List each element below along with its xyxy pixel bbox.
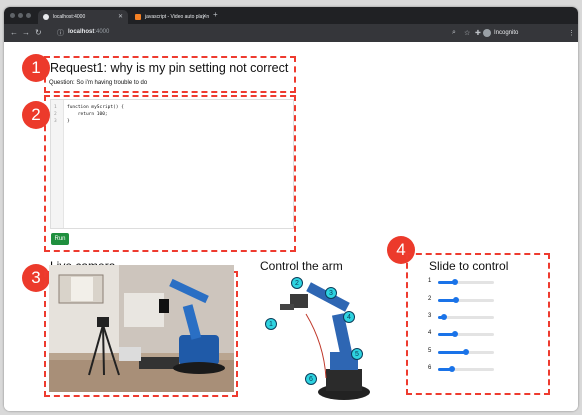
code-line: function myScript() { [67, 105, 124, 110]
new-tab-icon[interactable]: + [213, 10, 218, 19]
stackoverflow-icon [135, 14, 141, 20]
code-editor[interactable]: 1 2 3 function myScript() { return 100; … [50, 99, 294, 229]
slider-track[interactable] [438, 297, 494, 303]
incognito-badge[interactable]: Incognito [483, 29, 518, 37]
window-zoom-dot[interactable] [26, 13, 31, 18]
slider-label: 6 [428, 365, 432, 371]
star-icon[interactable]: ☆ [464, 29, 470, 37]
camera-image [49, 265, 234, 392]
joint-1-marker[interactable]: 1 [265, 318, 277, 330]
url-text: localhost:4000 [68, 29, 110, 35]
slider-thumb[interactable] [451, 331, 458, 337]
zoom-icon[interactable]: ⌕ [452, 29, 456, 37]
incognito-icon [483, 29, 491, 37]
slider-thumb[interactable] [451, 279, 458, 285]
window-minimize-dot[interactable] [18, 13, 23, 18]
slider-track[interactable] [438, 279, 494, 285]
callout-2: 2 [22, 101, 50, 129]
tab-localhost[interactable]: localhost:4000 ✕ [38, 10, 128, 24]
reload-icon[interactable]: ↻ [35, 28, 42, 37]
joint-4-marker[interactable]: 4 [343, 311, 355, 323]
tab-bar: localhost:4000 ✕ javascript - Video auto… [4, 7, 578, 24]
line-number: 1 [54, 105, 57, 110]
joint-2-marker[interactable]: 2 [291, 277, 303, 289]
close-icon[interactable]: ✕ [202, 13, 207, 20]
tab-stackoverflow[interactable]: javascript - Video auto play n ✕ [130, 10, 212, 24]
code-line: } [67, 119, 70, 124]
code-line: return 100; [67, 112, 108, 117]
slider-label: 3 [428, 313, 432, 319]
browser-toolbar: ← → ↻ ⓘ localhost:4000 ⌕ ☆ ✚ Incognito ⋮ [4, 24, 578, 42]
window-close-dot[interactable] [10, 13, 15, 18]
joint-5-marker[interactable]: 5 [351, 348, 363, 360]
forward-icon[interactable]: → [22, 28, 30, 37]
line-gutter [51, 100, 64, 228]
request-title: Request1: why is my pin setting not corr… [50, 61, 289, 75]
slider-label: 1 [428, 278, 432, 284]
tab-label: javascript - Video auto play n [145, 14, 210, 20]
globe-icon [43, 14, 49, 20]
arm-title: Control the arm [260, 259, 343, 273]
slider-thumb[interactable] [463, 349, 469, 355]
slider-thumb[interactable] [449, 366, 455, 372]
joint-3-marker[interactable]: 3 [325, 287, 337, 299]
robot-arm-diagram[interactable] [266, 274, 376, 404]
slider-track[interactable] [438, 349, 494, 355]
slider-title: Slide to control [429, 259, 509, 273]
run-button[interactable]: Run [51, 233, 69, 245]
info-icon[interactable]: ⓘ [57, 28, 64, 38]
slider-label: 2 [428, 296, 432, 302]
question-text: Question: So i'm having trouble to do [49, 80, 148, 86]
tab-label: localhost:4000 [53, 14, 86, 20]
slider-thumb[interactable] [452, 297, 459, 303]
line-number: 2 [54, 112, 57, 117]
extensions-icon[interactable]: ✚ [475, 29, 481, 37]
back-icon[interactable]: ← [10, 28, 18, 37]
callout-1: 1 [22, 54, 50, 82]
page-content: 1 Request1: why is my pin setting not co… [4, 42, 578, 411]
menu-icon[interactable]: ⋮ [568, 29, 575, 37]
slider-label: 5 [428, 348, 432, 354]
slider-label: 4 [428, 330, 432, 336]
camera-feed[interactable] [49, 265, 234, 392]
slider-track[interactable] [438, 331, 494, 337]
slider-track[interactable] [438, 314, 494, 320]
slider-box [406, 253, 550, 395]
slider-fill [438, 351, 466, 354]
slider-track[interactable] [438, 366, 494, 372]
close-icon[interactable]: ✕ [118, 13, 123, 20]
joint-6-marker[interactable]: 6 [305, 373, 317, 385]
slider-thumb[interactable] [440, 314, 447, 320]
line-number: 3 [54, 119, 57, 124]
browser-window: localhost:4000 ✕ javascript - Video auto… [4, 7, 578, 411]
